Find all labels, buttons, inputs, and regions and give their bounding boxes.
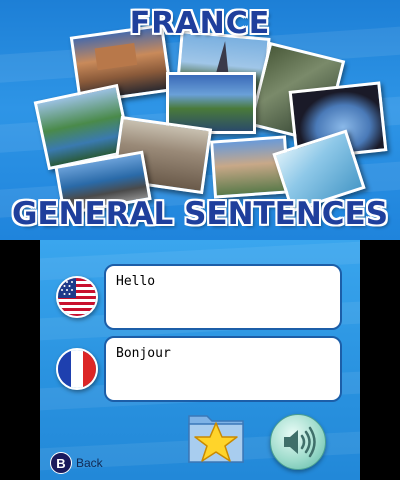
bottom-screen: Hello Bonjour B Back	[40, 240, 360, 480]
french-sentence-box: Bonjour	[104, 336, 342, 402]
page-title-category: GENERAL SENTENCES	[11, 196, 389, 232]
page-title-country: FRANCE	[129, 6, 271, 41]
favorite-button[interactable]	[185, 406, 247, 466]
letterbox-left	[0, 240, 40, 480]
french-sentence-text: Bonjour	[116, 346, 171, 361]
back-label: Back	[76, 456, 103, 470]
france-flag-icon	[56, 348, 98, 390]
star-folder-icon	[188, 415, 244, 463]
us-flag-icon	[56, 276, 98, 318]
back-button[interactable]: B Back	[50, 452, 103, 474]
english-sentence-box: Hello	[104, 264, 342, 330]
letterbox-right	[360, 240, 400, 480]
speaker-icon	[284, 426, 316, 458]
sound-button[interactable]	[270, 414, 326, 470]
english-sentence-text: Hello	[116, 274, 156, 289]
top-screen: FRANCE GENERAL SENTENCES	[0, 0, 400, 240]
b-key-icon: B	[50, 452, 72, 474]
